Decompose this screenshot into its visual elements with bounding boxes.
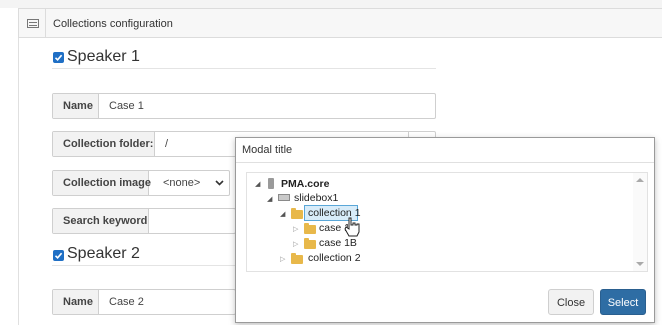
panel-header: Collections configuration: [18, 8, 662, 38]
speaker1-image-value: <none>: [163, 177, 201, 189]
select-button[interactable]: Select: [600, 289, 646, 315]
collection-image-label: Collection image: [53, 171, 151, 195]
speaker2-divider: [52, 265, 236, 266]
speaker2-checkbox[interactable]: [53, 250, 64, 261]
speaker2-name-field[interactable]: Name Case 2: [52, 289, 236, 315]
collapsed-arrow-icon[interactable]: ▷: [293, 225, 298, 233]
top-strip: [0, 0, 662, 8]
panel-title: Collections configuration: [53, 18, 173, 30]
speaker1-keyword-field[interactable]: Search keyword: [52, 208, 236, 234]
speaker1-divider: [52, 68, 436, 69]
folder-picker-modal: Modal title ◢ PMA.core ◢ slidebox1 ◢ col…: [235, 137, 655, 323]
speaker2-name-value: Case 2: [109, 296, 144, 308]
scroll-down-icon[interactable]: [636, 262, 644, 266]
tree-node-slidebox[interactable]: slidebox1: [294, 192, 338, 206]
name-label: Name: [53, 290, 99, 314]
folder-icon: [304, 223, 316, 234]
speaker1-folder-value: /: [165, 138, 169, 150]
folder-icon: [291, 253, 303, 264]
tree-node-root[interactable]: PMA.core: [281, 178, 329, 192]
tree-node-collection-2[interactable]: collection 2: [308, 252, 361, 266]
collection-folder-label: Collection folder:: [53, 132, 155, 156]
expanded-arrow-icon[interactable]: ◢: [255, 180, 260, 188]
close-button[interactable]: Close: [548, 289, 594, 315]
check-icon: [54, 54, 63, 61]
server-icon: [268, 178, 274, 189]
folder-icon: [304, 238, 316, 249]
folder-icon: [291, 208, 303, 219]
speaker1-image-select[interactable]: Collection image <none>: [52, 170, 230, 196]
collapsed-arrow-icon[interactable]: ▷: [293, 240, 298, 248]
speaker1-name-value: Case 1: [109, 100, 144, 112]
slide-icon: [278, 194, 290, 201]
chevron-down-icon: [215, 180, 224, 186]
expanded-arrow-icon[interactable]: ◢: [267, 195, 272, 203]
speaker1-checkbox[interactable]: [53, 52, 64, 63]
list-icon: [27, 19, 39, 28]
name-label: Name: [53, 94, 99, 118]
tree-node-case-1b[interactable]: case 1B: [319, 237, 357, 251]
speaker2-title: Speaker 2: [67, 245, 140, 262]
modal-header: Modal title: [236, 138, 654, 163]
check-icon: [54, 252, 63, 259]
scroll-up-icon[interactable]: [636, 178, 644, 182]
folder-tree[interactable]: ◢ PMA.core ◢ slidebox1 ◢ collection 1 ▷ …: [246, 172, 648, 272]
speaker1-name-field[interactable]: Name Case 1: [52, 93, 436, 119]
search-keyword-label: Search keyword: [53, 209, 149, 233]
header-divider: [45, 9, 46, 37]
hand-cursor-icon: [344, 217, 360, 237]
tree-scrollbar[interactable]: [633, 173, 647, 271]
expanded-arrow-icon[interactable]: ◢: [280, 210, 285, 218]
modal-title: Modal title: [242, 144, 293, 156]
panel-left-border: [18, 38, 19, 325]
speaker1-title: Speaker 1: [67, 48, 140, 65]
collapsed-arrow-icon[interactable]: ▷: [280, 255, 285, 263]
